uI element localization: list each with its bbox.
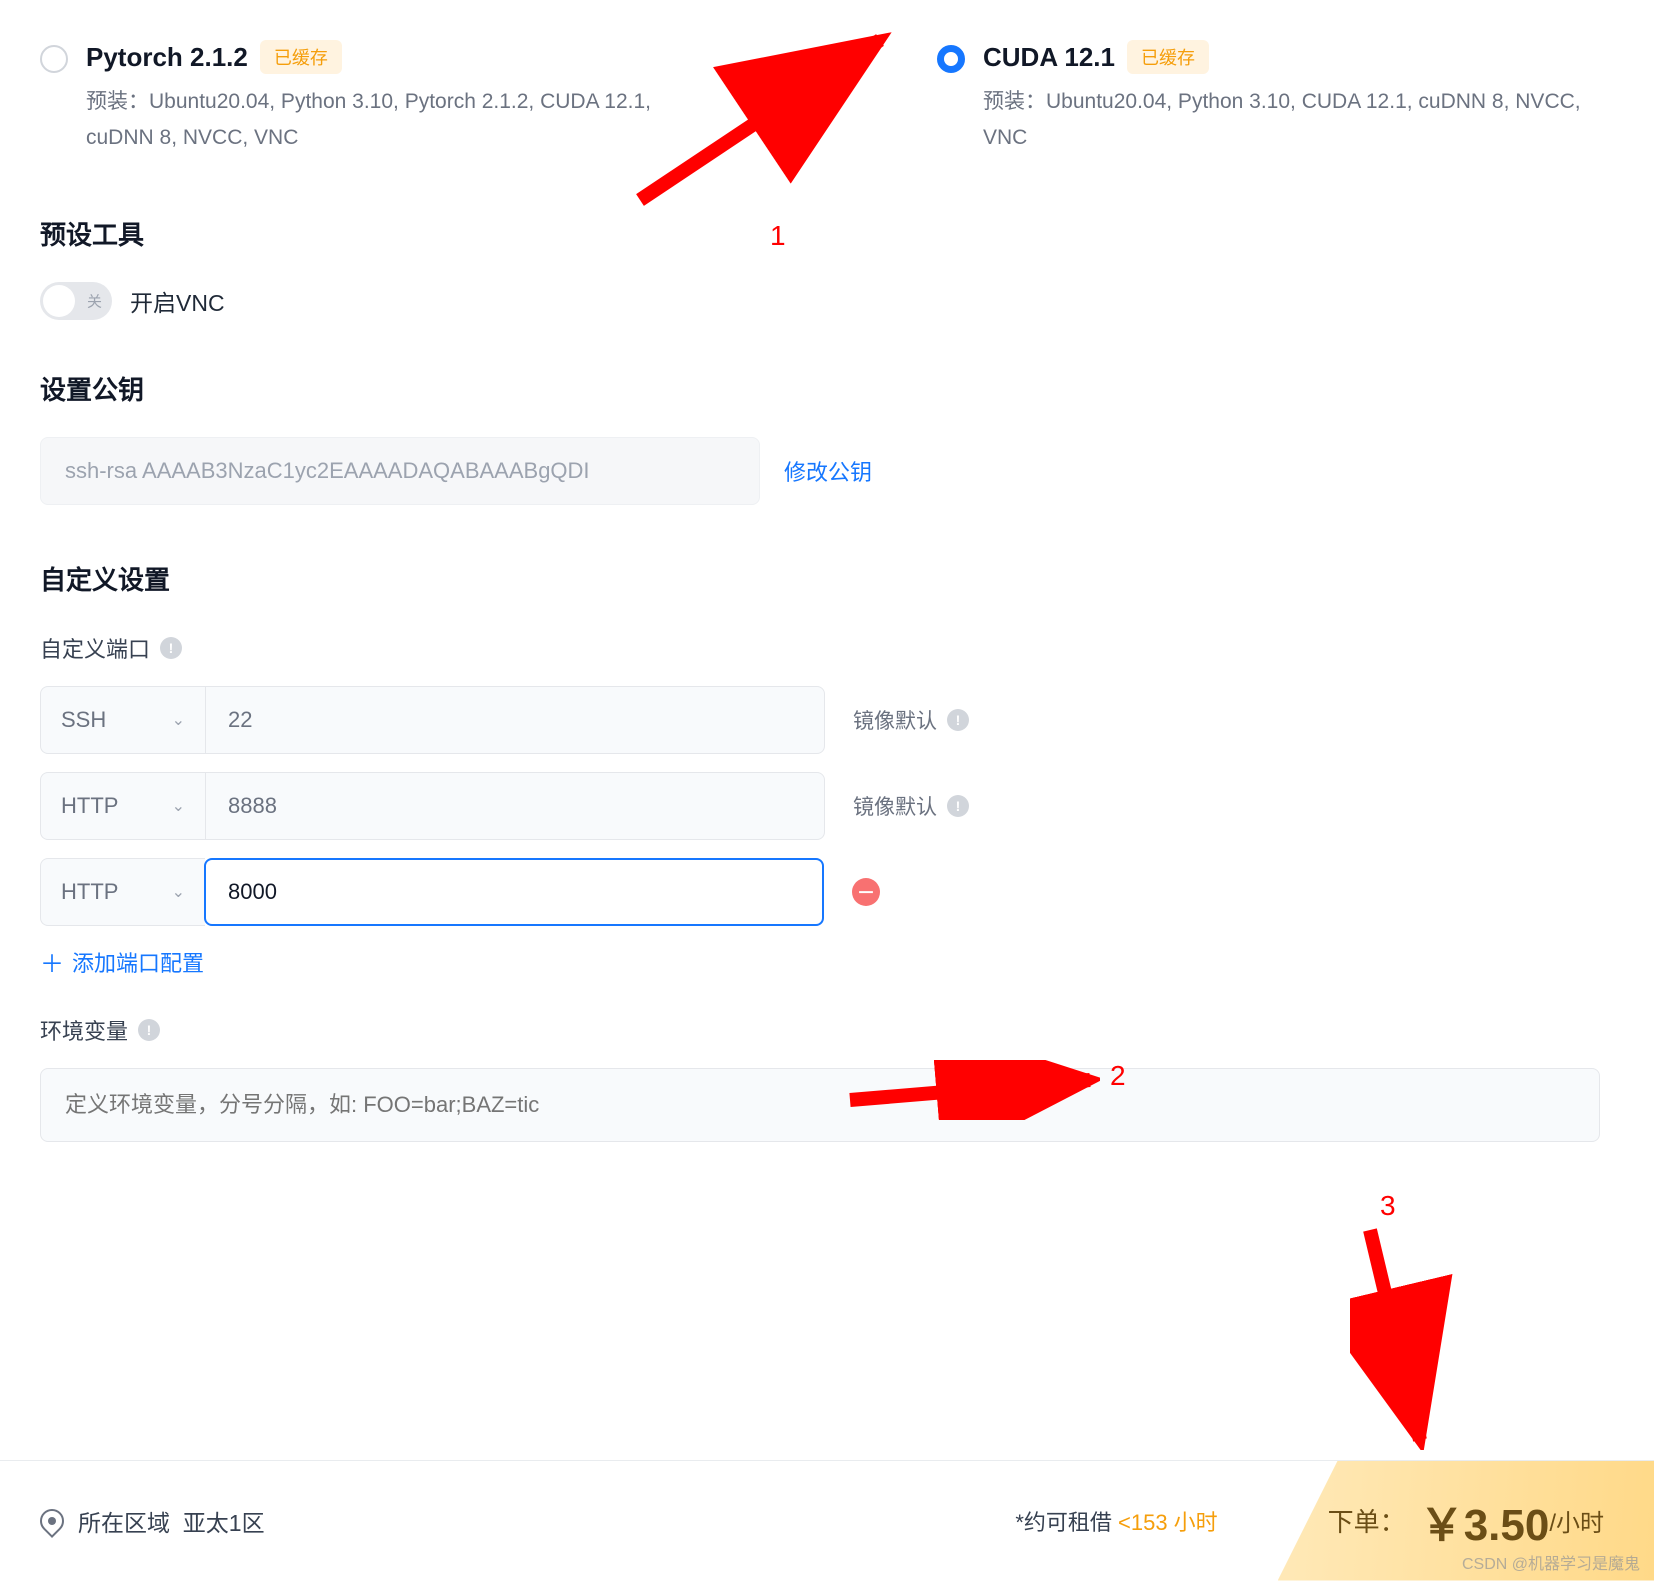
mirror-default-label: 镜像默认 !	[853, 791, 969, 821]
rent-estimate: *约可租借 <153 小时	[1015, 1505, 1217, 1537]
port-input-http-1[interactable]	[205, 772, 825, 840]
info-icon[interactable]: !	[160, 637, 182, 659]
add-port-label: 添加端口配置	[72, 946, 204, 978]
option-cuda[interactable]: CUDA 12.1 已缓存 预装：Ubuntu20.04, Python 3.1…	[937, 40, 1614, 155]
custom-port-text: 自定义端口	[40, 632, 150, 664]
footer-bar: 所在区域 亚太1区 *约可租借 <153 小时 下单： ￥3.50/小时	[0, 1460, 1654, 1580]
env-var-input[interactable]	[40, 1068, 1600, 1142]
plus-icon: ＋	[40, 944, 64, 979]
chevron-down-icon: ⌄	[172, 882, 185, 902]
add-port-button[interactable]: ＋ 添加端口配置	[40, 944, 1614, 979]
info-icon[interactable]: !	[947, 709, 969, 731]
custom-title: 自定义设置	[40, 560, 1614, 597]
port-input-http-2[interactable]	[204, 858, 824, 926]
pubkey-display: ssh-rsa AAAAB3NzaC1yc2EAAAADAQABAAABgQDI	[40, 437, 760, 505]
pytorch-desc: 预装：Ubuntu20.04, Python 3.10, Pytorch 2.1…	[86, 84, 717, 155]
info-icon[interactable]: !	[947, 795, 969, 817]
env-var-label: 环境变量 !	[40, 1014, 1614, 1046]
order-price: ￥3.50	[1420, 1489, 1550, 1553]
watermark: CSDN @机器学习是魔鬼	[1462, 1550, 1640, 1574]
annotation-arrow-3	[1350, 1220, 1470, 1450]
proto-select-http-2[interactable]: HTTP ⌄	[40, 858, 205, 926]
chevron-down-icon: ⌄	[172, 796, 185, 816]
toggle-off-text: 关	[87, 291, 102, 312]
cuda-desc: 预装：Ubuntu20.04, Python 3.10, CUDA 12.1, …	[983, 84, 1614, 155]
preset-tools-title: 预设工具	[40, 215, 1614, 252]
pytorch-title: Pytorch 2.1.2	[86, 42, 248, 73]
port-row-http-1: HTTP ⌄ 镜像默认 !	[40, 772, 1614, 840]
env-label-text: 环境变量	[40, 1014, 128, 1046]
pubkey-section: 设置公钥 ssh-rsa AAAAB3NzaC1yc2EAAAADAQABAAA…	[40, 370, 1614, 505]
image-options-row: Pytorch 2.1.2 已缓存 预装：Ubuntu20.04, Python…	[40, 40, 1614, 155]
mirror-default-label: 镜像默认 !	[853, 705, 969, 735]
port-row-http-2: HTTP ⌄ －	[40, 858, 1614, 926]
radio-cuda[interactable]	[937, 45, 965, 73]
order-unit: /小时	[1549, 1503, 1604, 1538]
custom-settings-section: 自定义设置 自定义端口 ! SSH ⌄ 镜像默认 ! HTTP ⌄ 镜像默认 !…	[40, 560, 1614, 1142]
location-text: 所在区域 亚太1区	[78, 1504, 265, 1538]
port-row-ssh: SSH ⌄ 镜像默认 !	[40, 686, 1614, 754]
toggle-knob	[43, 285, 75, 317]
edit-pubkey-link[interactable]: 修改公钥	[784, 455, 872, 487]
vnc-label: 开启VNC	[130, 284, 225, 318]
proto-label: HTTP	[61, 793, 118, 819]
proto-label: HTTP	[61, 879, 118, 905]
info-icon[interactable]: !	[138, 1019, 160, 1041]
cached-badge: 已缓存	[1127, 40, 1209, 74]
chevron-down-icon: ⌄	[172, 710, 185, 730]
port-input-ssh[interactable]	[205, 686, 825, 754]
radio-pytorch[interactable]	[40, 45, 68, 73]
proto-select-ssh[interactable]: SSH ⌄	[40, 686, 205, 754]
cached-badge: 已缓存	[260, 40, 342, 74]
pubkey-title: 设置公钥	[40, 370, 1614, 407]
preset-tools-section: 预设工具 关 开启VNC	[40, 215, 1614, 320]
annotation-3: 3	[1380, 1190, 1396, 1222]
custom-port-label: 自定义端口 !	[40, 632, 1614, 664]
cuda-title: CUDA 12.1	[983, 42, 1115, 73]
location-icon	[35, 1504, 69, 1538]
proto-select-http-1[interactable]: HTTP ⌄	[40, 772, 205, 840]
proto-label: SSH	[61, 707, 106, 733]
remove-port-button[interactable]: －	[852, 878, 880, 906]
order-label: 下单：	[1328, 1502, 1406, 1539]
vnc-toggle[interactable]: 关	[40, 282, 112, 320]
option-pytorch[interactable]: Pytorch 2.1.2 已缓存 预装：Ubuntu20.04, Python…	[40, 40, 717, 155]
